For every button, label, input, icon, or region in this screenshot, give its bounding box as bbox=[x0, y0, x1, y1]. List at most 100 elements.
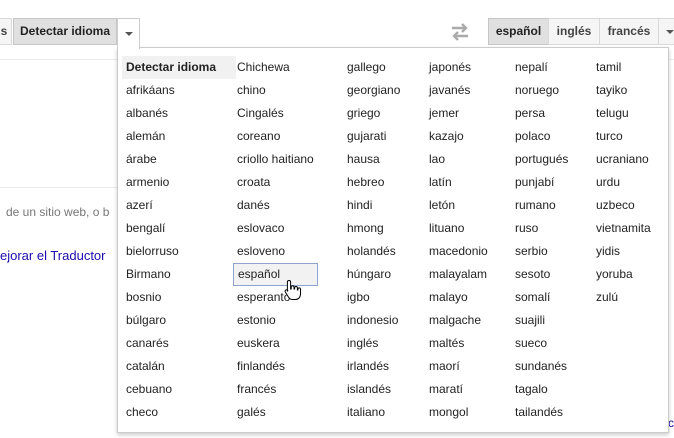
language-option-kazajo[interactable]: kazajo bbox=[425, 125, 492, 148]
language-option-serbio[interactable]: serbio bbox=[511, 240, 572, 263]
language-option-catalan[interactable]: catalán bbox=[122, 355, 236, 378]
language-option-hindi[interactable]: hindi bbox=[343, 194, 404, 217]
language-option-griego[interactable]: griego bbox=[343, 102, 404, 125]
language-option-bosnio[interactable]: bosnio bbox=[122, 286, 236, 309]
language-option-latin[interactable]: latín bbox=[425, 171, 492, 194]
language-option-lao[interactable]: lao bbox=[425, 148, 492, 171]
language-option-esloveno[interactable]: esloveno bbox=[233, 240, 318, 263]
language-option-finlandes[interactable]: finlandés bbox=[233, 355, 318, 378]
language-option-irlandes[interactable]: irlandés bbox=[343, 355, 404, 378]
language-option-mongol[interactable]: mongol bbox=[425, 401, 492, 424]
language-option-criollo-haitiano[interactable]: criollo haitiano bbox=[233, 148, 318, 171]
language-option-canares[interactable]: canarés bbox=[122, 332, 236, 355]
language-option-malayo[interactable]: malayo bbox=[425, 286, 492, 309]
language-option-japones[interactable]: japonés bbox=[425, 56, 492, 79]
language-option-frances[interactable]: francés bbox=[233, 378, 318, 401]
language-option-malayalam[interactable]: malayalam bbox=[425, 263, 492, 286]
language-option-marati[interactable]: maratí bbox=[425, 378, 492, 401]
language-option-jemer[interactable]: jemer bbox=[425, 102, 492, 125]
swap-languages-icon[interactable] bbox=[448, 22, 472, 42]
target-language-dropdown[interactable] bbox=[658, 18, 674, 45]
language-option-leton[interactable]: letón bbox=[425, 194, 492, 217]
language-option-detectar-idioma[interactable]: Detectar idioma bbox=[122, 56, 236, 79]
language-option-persa[interactable]: persa bbox=[511, 102, 572, 125]
language-option-afrikaans[interactable]: afrikáans bbox=[122, 79, 236, 102]
target-language-frances[interactable]: francés bbox=[599, 18, 659, 45]
language-option-yidis[interactable]: yidis bbox=[592, 240, 655, 263]
language-option-chino[interactable]: chino bbox=[233, 79, 318, 102]
language-option-azeri[interactable]: azerí bbox=[122, 194, 236, 217]
language-option-hausa[interactable]: hausa bbox=[343, 148, 404, 171]
source-language-dropdown-toggle[interactable] bbox=[117, 18, 140, 49]
language-option-birmano[interactable]: Birmano bbox=[122, 263, 236, 286]
language-option-malgache[interactable]: malgache bbox=[425, 309, 492, 332]
language-option-portugues[interactable]: portugués bbox=[511, 148, 572, 171]
language-option-albanes[interactable]: albanés bbox=[122, 102, 236, 125]
language-option-punjabi[interactable]: punjabí bbox=[511, 171, 572, 194]
language-option-igbo[interactable]: igbo bbox=[343, 286, 404, 309]
language-option-checo[interactable]: checo bbox=[122, 401, 236, 424]
language-option-tailandes[interactable]: tailandés bbox=[511, 401, 572, 424]
language-option-gujarati[interactable]: gujarati bbox=[343, 125, 404, 148]
language-option-nepali[interactable]: nepalí bbox=[511, 56, 572, 79]
language-option-ruso[interactable]: ruso bbox=[511, 217, 572, 240]
language-option-polaco[interactable]: polaco bbox=[511, 125, 572, 148]
language-option-ingles[interactable]: inglés bbox=[343, 332, 404, 355]
source-language-button-partial[interactable]: s bbox=[0, 18, 12, 45]
language-option-sueco[interactable]: sueco bbox=[511, 332, 572, 355]
language-option-sundanes[interactable]: sundanés bbox=[511, 355, 572, 378]
language-option-indonesio[interactable]: indonesio bbox=[343, 309, 404, 332]
language-option-somali[interactable]: somalí bbox=[511, 286, 572, 309]
language-option-turco[interactable]: turco bbox=[592, 125, 655, 148]
language-option-gallego[interactable]: gallego bbox=[343, 56, 404, 79]
language-option-sesoto[interactable]: sesoto bbox=[511, 263, 572, 286]
language-option-bielorruso[interactable]: bielorruso bbox=[122, 240, 236, 263]
language-option-bulgaro[interactable]: búlgaro bbox=[122, 309, 236, 332]
language-option-macedonio[interactable]: macedonio bbox=[425, 240, 492, 263]
language-option-suajili[interactable]: suajili bbox=[511, 309, 572, 332]
improve-translator-link[interactable]: ejorar el Traductor bbox=[0, 248, 106, 263]
language-option-italiano[interactable]: italiano bbox=[343, 401, 404, 424]
language-option-hungaro[interactable]: húngaro bbox=[343, 263, 404, 286]
language-option-lituano[interactable]: lituano bbox=[425, 217, 492, 240]
language-option-telugu[interactable]: telugu bbox=[592, 102, 655, 125]
language-option-ucraniano[interactable]: ucraniano bbox=[592, 148, 655, 171]
language-option-danes[interactable]: danés bbox=[233, 194, 318, 217]
language-option-maori[interactable]: maorí bbox=[425, 355, 492, 378]
target-language-ingles[interactable]: inglés bbox=[548, 18, 600, 45]
language-option-armenio[interactable]: armenio bbox=[122, 171, 236, 194]
language-option-gales[interactable]: galés bbox=[233, 401, 318, 424]
language-option-croata[interactable]: croata bbox=[233, 171, 318, 194]
language-option-vietnamita[interactable]: vietnamita bbox=[592, 217, 655, 240]
language-option-aleman[interactable]: alemán bbox=[122, 125, 236, 148]
target-language-espanol[interactable]: español bbox=[488, 18, 549, 45]
language-option-hebreo[interactable]: hebreo bbox=[343, 171, 404, 194]
language-option-georgiano[interactable]: georgiano bbox=[343, 79, 404, 102]
language-option-arabe[interactable]: árabe bbox=[122, 148, 236, 171]
language-option-holandes[interactable]: holandés bbox=[343, 240, 404, 263]
language-option-euskera[interactable]: euskera bbox=[233, 332, 318, 355]
language-option-uzbeco[interactable]: uzbeco bbox=[592, 194, 655, 217]
language-option-espanol[interactable]: español bbox=[233, 263, 318, 286]
language-option-coreano[interactable]: coreano bbox=[233, 125, 318, 148]
language-option-bengali[interactable]: bengalí bbox=[122, 217, 236, 240]
language-option-noruego[interactable]: noruego bbox=[511, 79, 572, 102]
language-option-cingales[interactable]: Cingalés bbox=[233, 102, 318, 125]
language-option-tayiko[interactable]: tayiko bbox=[592, 79, 655, 102]
language-option-islandes[interactable]: islandés bbox=[343, 378, 404, 401]
language-option-estonio[interactable]: estonio bbox=[233, 309, 318, 332]
language-option-urdu[interactable]: urdu bbox=[592, 171, 655, 194]
language-option-eslovaco[interactable]: eslovaco bbox=[233, 217, 318, 240]
language-option-maltes[interactable]: maltés bbox=[425, 332, 492, 355]
language-option-hmong[interactable]: hmong bbox=[343, 217, 404, 240]
language-option-chichewa[interactable]: Chichewa bbox=[233, 56, 318, 79]
language-option-javanes[interactable]: javanés bbox=[425, 79, 492, 102]
detect-language-button[interactable]: Detectar idioma bbox=[13, 18, 117, 45]
language-option-yoruba[interactable]: yoruba bbox=[592, 263, 655, 286]
language-option-zulu[interactable]: zulú bbox=[592, 286, 655, 309]
language-option-esperanto[interactable]: esperanto bbox=[233, 286, 318, 309]
language-option-tagalo[interactable]: tagalo bbox=[511, 378, 572, 401]
language-option-tamil[interactable]: tamil bbox=[592, 56, 655, 79]
language-option-rumano[interactable]: rumano bbox=[511, 194, 572, 217]
language-option-cebuano[interactable]: cebuano bbox=[122, 378, 236, 401]
